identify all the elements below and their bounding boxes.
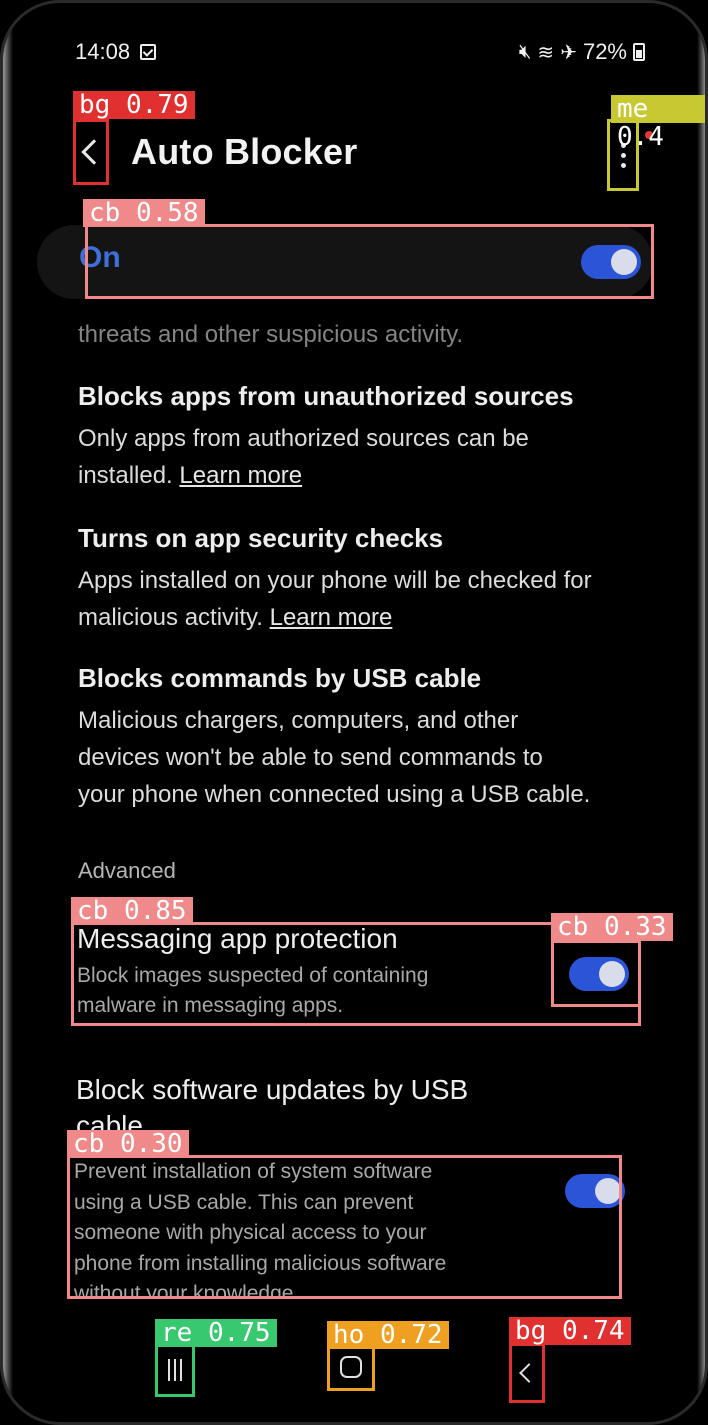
learn-more-link[interactable]: Learn more (179, 462, 302, 489)
feature-body: your phone when connected using a USB ca… (78, 781, 591, 808)
recents-icon (168, 1359, 170, 1381)
phone-screen: 14:08 🔇︎ ≋ ✈ 72% Auto Blocker bg 0.79 me… (0, 0, 708, 1425)
recents-button[interactable] (155, 1343, 195, 1397)
feature-heading: Blocks commands by USB cable (78, 663, 482, 693)
feature-heading: Blocks apps from unauthorized sources (78, 381, 574, 411)
usb-updates-row[interactable]: Block software updates by USB cable (76, 1071, 565, 1133)
detection-label-recents: re 0.75 (155, 1319, 277, 1347)
feature-body: devices won't be able to send commands t… (78, 744, 543, 771)
feature-body: installed. (78, 462, 173, 489)
status-bar: 14:08 🔇︎ ≋ ✈ 72% (75, 37, 645, 67)
detection-label-messaging: cb 0.85 (71, 897, 193, 925)
notification-icon (140, 44, 157, 60)
back-icon (81, 139, 107, 165)
home-icon (340, 1356, 362, 1378)
app-bar: Auto Blocker (73, 117, 653, 191)
advanced-section-label: Advanced (78, 858, 176, 883)
phone-bezel-right (697, 3, 705, 1422)
nav-back-button[interactable] (509, 1343, 545, 1403)
detection-label-usb: cb 0.30 (67, 1130, 189, 1158)
feature-security-checks: Turns on app security checks Apps instal… (78, 523, 635, 636)
feature-unauthorized-sources: Blocks apps from unauthorized sources On… (78, 381, 635, 494)
feature-heading: Turns on app security checks (78, 523, 444, 553)
feature-body: Only apps from authorized sources can be (78, 425, 529, 452)
navigation-bar (3, 1343, 705, 1403)
detection-label-home: ho 0.72 (327, 1321, 449, 1349)
airplane-icon: ✈ (560, 41, 577, 64)
feature-body: malicious activity. (78, 604, 263, 631)
status-time: 14:08 (75, 39, 131, 64)
page-title: Auto Blocker (131, 131, 358, 172)
wifi-icon: ≋ (537, 41, 555, 64)
nav-back-icon (519, 1363, 539, 1383)
detection-box-usb (67, 1155, 622, 1299)
detection-label-menu: me 0.4 (611, 95, 705, 151)
feature-body: Apps installed on your phone will be che… (78, 567, 592, 594)
home-button[interactable] (327, 1343, 375, 1391)
mute-icon: 🔇︎ (518, 40, 532, 63)
feature-body: Malicious chargers, computers, and other (78, 707, 519, 734)
usb-updates-title: Block software updates by USB (76, 1074, 469, 1105)
battery-level: 72% (582, 39, 627, 64)
detection-label-master: cb 0.58 (83, 199, 205, 227)
detection-label-messaging-switch: cb 0.33 (551, 913, 673, 941)
phone-bezel-left (3, 3, 13, 1422)
detection-label-back: bg 0.79 (73, 91, 195, 119)
learn-more-link[interactable]: Learn more (270, 604, 393, 631)
feature-usb-commands: Blocks commands by USB cable Malicious c… (78, 663, 635, 813)
detection-label-nav-back: bg 0.74 (509, 1317, 631, 1345)
partial-description: threats and other suspicious activity. (78, 321, 464, 348)
back-button[interactable] (73, 119, 109, 185)
detection-box-master (85, 224, 654, 299)
battery-icon (633, 43, 645, 61)
detection-box-messaging-switch (551, 940, 641, 1007)
